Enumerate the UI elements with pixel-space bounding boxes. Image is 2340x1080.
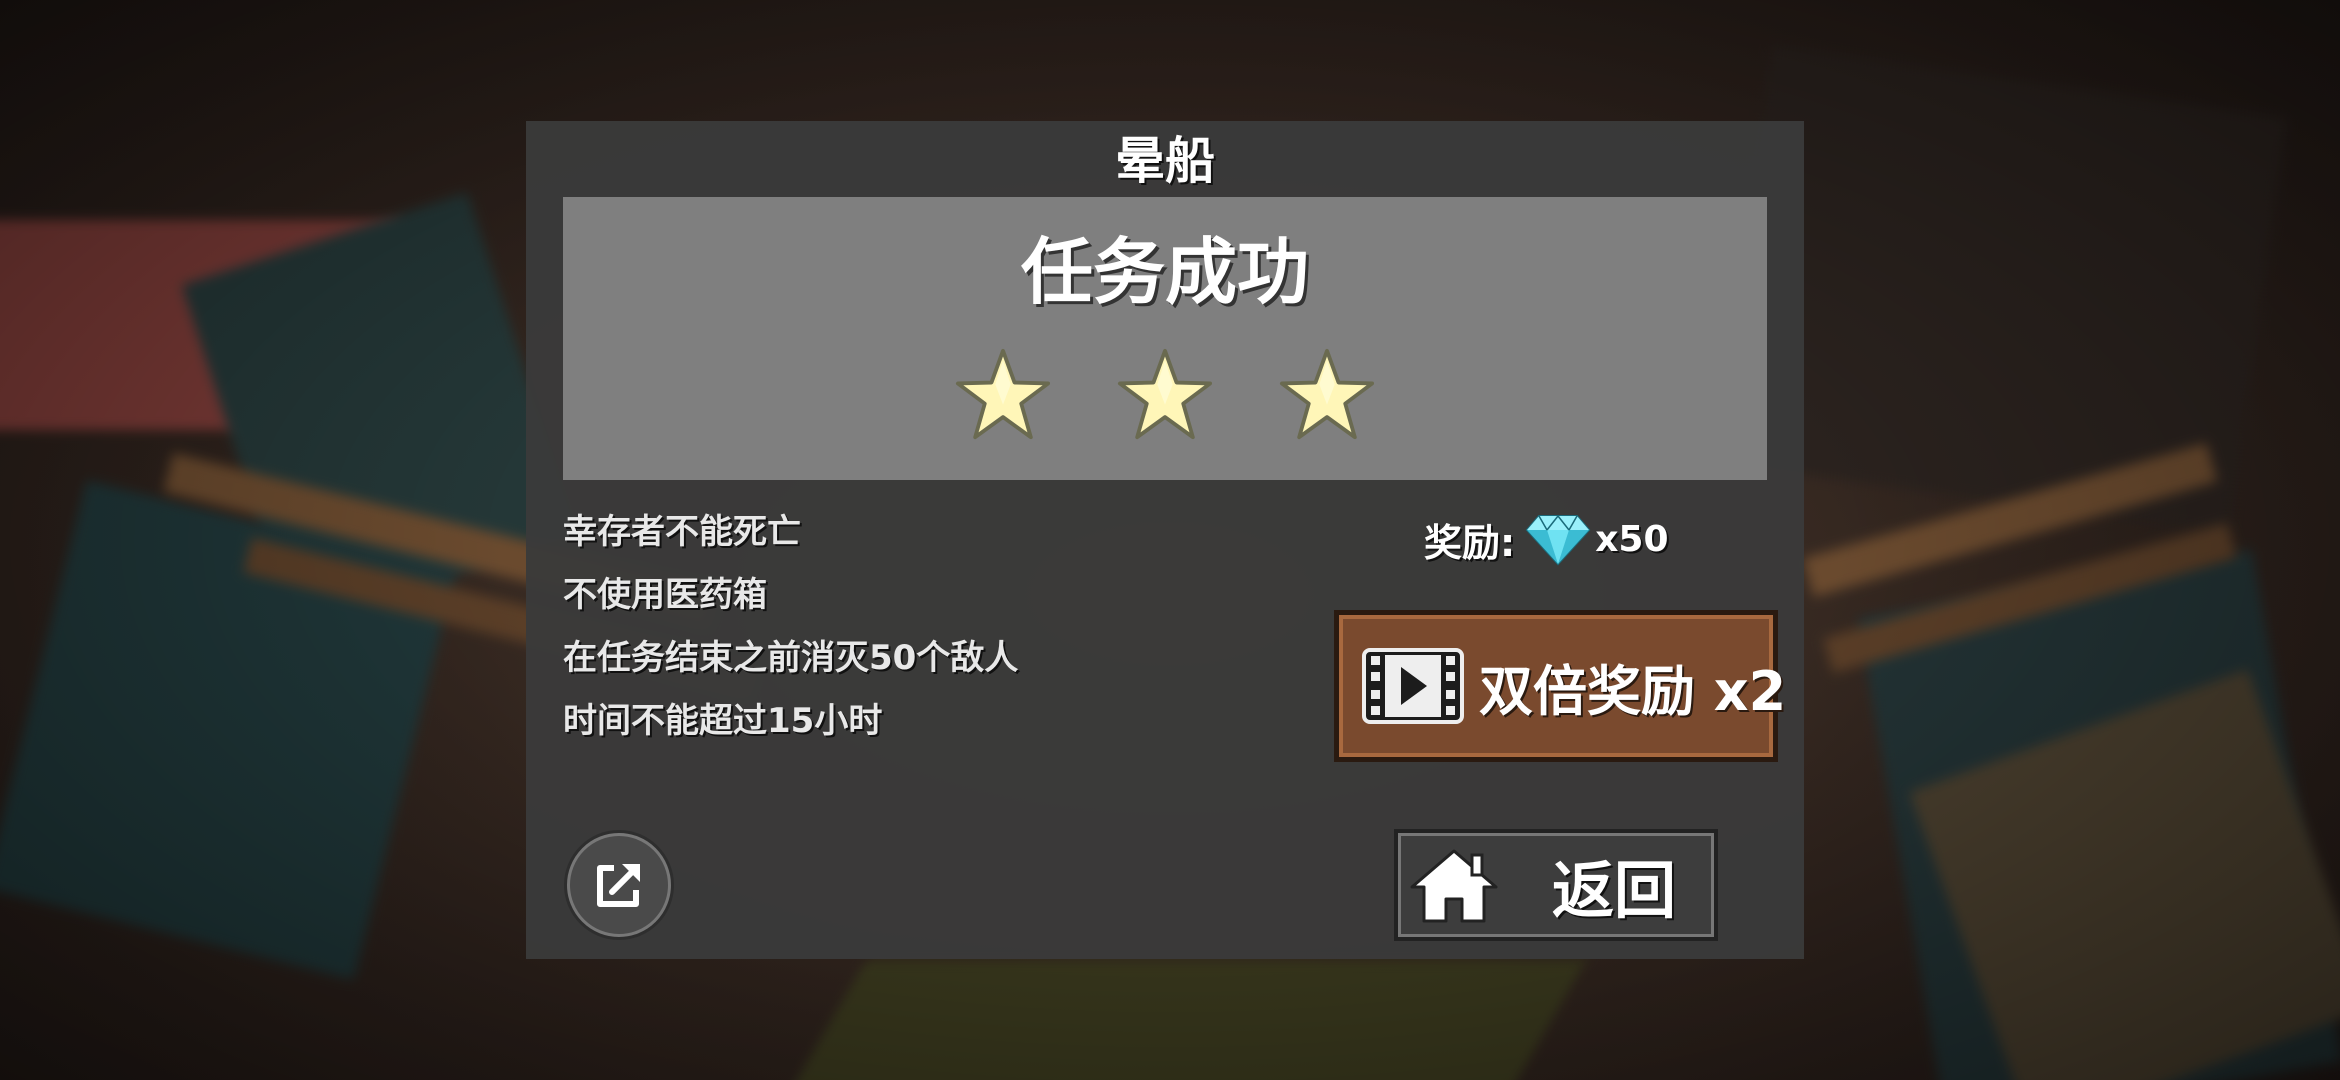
objective-item: 不使用医药箱 [563, 575, 767, 615]
back-button[interactable]: 返回 [1394, 829, 1718, 941]
back-label: 返回 [1552, 854, 1677, 927]
objective-item: 时间不能超过15小时 [563, 701, 883, 741]
home-icon [1408, 845, 1500, 925]
star-icon [1117, 347, 1213, 443]
reward-display: 奖励: x50 [1424, 512, 1669, 566]
reward-amount: x50 [1595, 518, 1669, 560]
reward-label: 奖励: [1424, 520, 1516, 565]
star-icon [1279, 347, 1375, 443]
share-button[interactable] [567, 833, 671, 937]
result-banner: 任务成功 [563, 197, 1767, 480]
star-rating [563, 347, 1767, 447]
diamond-icon [1525, 512, 1591, 566]
double-reward-button[interactable]: 双倍奖励 x2 [1334, 610, 1786, 762]
objectives-list: 幸存者不能死亡 不使用医药箱 在任务结束之前消灭50个敌人 时间不能超过15小时 [563, 512, 1018, 764]
video-film-icon [1361, 647, 1465, 725]
share-external-icon [590, 856, 648, 914]
objective-item: 幸存者不能死亡 [563, 512, 801, 552]
double-reward-label: 双倍奖励 x2 [1479, 659, 1787, 723]
result-title: 任务成功 [1020, 230, 1309, 314]
star-icon [955, 347, 1051, 443]
mission-name: 晕船 [1115, 132, 1215, 190]
objective-item: 在任务结束之前消灭50个敌人 [563, 638, 1019, 678]
mission-result-dialog: 晕船 任务成功 幸存者不能死亡 不使用医药箱 在任务结束之前消灭50个敌人 时间… [526, 121, 1804, 959]
